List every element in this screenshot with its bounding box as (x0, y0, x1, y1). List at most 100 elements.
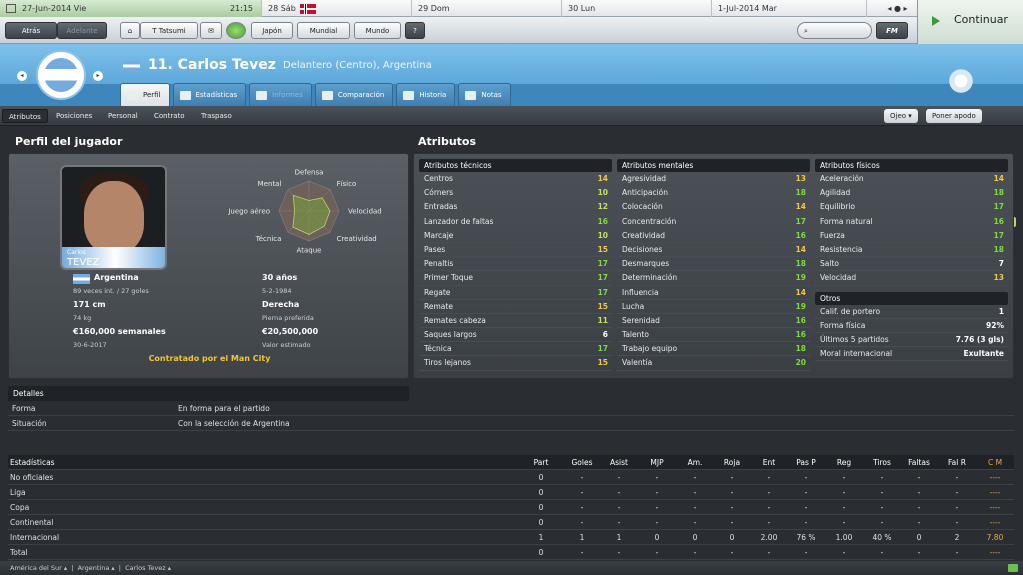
attribute-radar: Defensa Físico Velocidad Creatividad Ataque T… (227, 169, 381, 255)
crumb-player[interactable]: Carlos Tevez (125, 564, 166, 572)
stats-cell: - (617, 473, 621, 482)
day-cell[interactable]: 30 Lun (562, 0, 712, 17)
prev-icon[interactable]: ◂ (17, 71, 27, 81)
attribute-row: Centros 14 (419, 172, 612, 187)
attribute-value: 18 (795, 344, 806, 354)
subtab-transfer[interactable]: Traspaso (195, 109, 238, 123)
stats-cell: - (955, 518, 959, 527)
continue-button[interactable]: Continuar (917, 0, 1023, 44)
stats-column-header[interactable]: C M (976, 455, 1014, 470)
attribute-value: 17 (597, 344, 608, 354)
attribute-value: 13 (993, 273, 1004, 283)
day-cell[interactable]: 28 Sáb (262, 0, 412, 17)
stats-row-label: Total (10, 548, 28, 557)
stats-cell: 0 (729, 533, 735, 542)
world-cup-menu[interactable]: Mundial (297, 22, 350, 39)
stats-cell: 2.00 (760, 533, 778, 542)
subtab-personal[interactable]: Personal (102, 109, 144, 123)
attribute-value: 15 (597, 301, 608, 311)
tab-3[interactable]: Comparación (314, 83, 394, 106)
stats-column-header[interactable]: Am. (676, 455, 714, 470)
attribute-value: 1 (998, 306, 1004, 316)
stats-cell: - (804, 548, 808, 557)
stats-column-header[interactable]: Pas P (787, 455, 825, 470)
photo-first-name: Carlos (67, 249, 86, 256)
back-button[interactable]: Atrás (5, 22, 57, 39)
nation-flag-icon (73, 274, 90, 284)
search-input[interactable]: ⌕ (797, 22, 872, 39)
stats-column-header[interactable]: Roja (713, 455, 751, 470)
day-label: 1-Jul-2014 Mar (718, 4, 777, 13)
stats-column-header[interactable]: Asist (600, 455, 638, 470)
crumb-nation[interactable]: Argentina (78, 564, 110, 572)
stats-cell: - (730, 503, 734, 512)
stats-cell: - (842, 518, 846, 527)
tab-2[interactable]: Informes (249, 83, 312, 106)
subtab-positions[interactable]: Posiciones (50, 109, 98, 123)
day-label: 30 Lun (568, 4, 596, 13)
crumb-continent[interactable]: América del Sur (0, 564, 62, 572)
stats-cell: - (655, 503, 659, 512)
stats-cell: - (955, 503, 959, 512)
forward-button[interactable]: Adelante (57, 22, 107, 39)
tab-0[interactable]: Perfil (120, 83, 170, 106)
stats-cell: - (842, 548, 846, 557)
toolbar: Atrás Adelante ⌂ T Tatsumi ✉ Japón Mundi… (0, 17, 1023, 44)
next-icon[interactable]: ▸ (93, 71, 103, 81)
subtab-contract[interactable]: Contrato (148, 109, 191, 123)
world-menu[interactable]: Mundo (354, 22, 401, 39)
stats-column-header[interactable]: Part (522, 455, 560, 470)
radar-label: Mental (258, 180, 282, 188)
stats-column-header[interactable]: Fal R (938, 455, 976, 470)
calendar-nav[interactable]: ◂ ● ▸ (867, 0, 923, 17)
help-button[interactable]: ? (405, 22, 425, 39)
stats-cell: - (955, 548, 959, 557)
attribute-value: 14 (795, 287, 806, 297)
player-photo: Carlos TEVEZ (60, 165, 167, 270)
attribute-name: Influencia (622, 287, 659, 297)
stats-cell: - (917, 518, 921, 527)
physical-column: Atributos físicos Aceleración 14 Agilidad 1… (815, 159, 1008, 362)
stats-cell: - (693, 548, 697, 557)
stats-cell: - (617, 503, 621, 512)
stats-cell: 0 (916, 533, 922, 542)
attribute-row: Determinación 19 (617, 271, 810, 286)
stats-column-header[interactable]: Tiros (863, 455, 901, 470)
attribute-value: 18 (993, 188, 1004, 198)
attribute-value: 11 (597, 315, 608, 325)
home-icon[interactable]: ⌂ (120, 22, 140, 39)
detail-label: Forma (12, 404, 36, 413)
mental-column: Atributos mentales Agresividad 13 Anticipa… (617, 159, 810, 371)
stats-column-header[interactable]: Goles (563, 455, 601, 470)
attribute-row: Valentía 20 (617, 356, 810, 371)
day-cell[interactable]: 29 Dom (412, 0, 562, 17)
attribute-row: Agilidad 18 (815, 186, 1008, 201)
stats-column-header[interactable]: Faltas (900, 455, 938, 470)
attribute-name: Remates cabeza (424, 315, 486, 325)
attribute-row: Remates cabeza 11 (419, 314, 612, 329)
scout-button[interactable]: Ojeo ▾ (884, 109, 918, 123)
nickname-button[interactable]: Poner apodo (926, 109, 982, 123)
attribute-name: Talento (622, 330, 649, 340)
attribute-row: Velocidad 13 (815, 271, 1008, 286)
player-position: Delantero (Centro), Argentina (283, 60, 432, 71)
stats-column-header[interactable]: MJP (638, 455, 676, 470)
news-icon[interactable] (226, 22, 246, 39)
inbox-icon[interactable]: ✉ (200, 22, 222, 39)
stats-column-header[interactable]: Ent (750, 455, 788, 470)
tab-4[interactable]: Historia (396, 83, 456, 106)
today-cell[interactable]: 27-Jun-2014 Vie 21:15 (0, 0, 262, 17)
stats-column-header[interactable]: Reg (825, 455, 863, 470)
tab-1[interactable]: Estadísticas (172, 83, 247, 106)
stats-cell: - (955, 488, 959, 497)
other-header: Otros (815, 291, 1008, 305)
stats-cell: ---- (989, 488, 1001, 497)
stats-cell: - (842, 488, 846, 497)
fm-menu[interactable]: FM (876, 22, 908, 39)
tab-5[interactable]: Notas (458, 83, 511, 106)
nation-menu[interactable]: Japón (251, 22, 293, 39)
subtab-attributes[interactable]: Atributos (2, 109, 48, 123)
day-cell[interactable]: 1-Jul-2014 Mar (712, 0, 867, 17)
manager-menu[interactable]: T Tatsumi (140, 22, 198, 39)
stats-cell: - (580, 548, 584, 557)
